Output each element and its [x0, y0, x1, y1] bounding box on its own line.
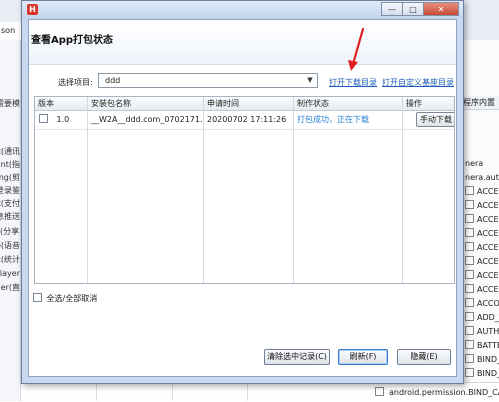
- ide-left-row: print(指: [0, 160, 20, 169]
- select-all-checkbox[interactable]: [33, 293, 42, 302]
- ide-left-row: ging(剪: [0, 173, 20, 182]
- ide-right-header: 程序内置: [463, 96, 499, 110]
- permission-row[interactable]: ACCESS_: [465, 213, 499, 226]
- hide-button[interactable]: 隐藏(E): [397, 349, 451, 365]
- permission-row[interactable]: android.permission.BIND_CA: [355, 382, 499, 402]
- ide-left-row: 需要模: [0, 99, 20, 108]
- permission-row[interactable]: ACCESS_: [465, 241, 499, 254]
- permission-row[interactable]: ACCOUN: [465, 297, 499, 310]
- select-all-label: 全选/全部取消: [46, 294, 98, 303]
- package-table: 版本 安装包名称 申请时间 制作状态 操作 1.0 __W2A__ddd.com…: [34, 96, 455, 284]
- checkbox[interactable]: [465, 298, 474, 307]
- version-cell: 1.0: [35, 110, 88, 129]
- window-controls: — □ ✕: [381, 2, 459, 17]
- checkbox[interactable]: [465, 186, 474, 195]
- ide-left-row: c(统计: [0, 255, 20, 264]
- ide-tab-label: son: [1, 26, 16, 35]
- permission-row[interactable]: ACCESS_: [465, 227, 499, 240]
- checkbox[interactable]: [465, 354, 474, 363]
- version-value: 1.0: [56, 115, 70, 124]
- project-select[interactable]: ddd ▼: [98, 73, 318, 88]
- table-row[interactable]: 1.0 __W2A__ddd.com_0702171... 20200702 1…: [35, 110, 454, 130]
- column-header-time[interactable]: 申请时间: [204, 97, 294, 110]
- checkbox[interactable]: [465, 228, 474, 237]
- permission-row[interactable]: nera.aut: [465, 171, 499, 184]
- permission-row[interactable]: nera: [465, 157, 499, 170]
- app-package-status-dialog: H — □ ✕ 查看App打包状态 选择项目: ddd ▼ 打开下载目录 打开自…: [21, 0, 464, 384]
- permission-row[interactable]: ACCESS_: [465, 185, 499, 198]
- ide-left-row: nt(支付: [0, 199, 20, 208]
- refresh-button[interactable]: 刷新(F): [338, 349, 388, 365]
- permission-row[interactable]: ADD_VOI: [465, 311, 499, 324]
- project-selector-row: 选择项目: ddd ▼ 打开下载目录 打开自定义基座目录: [29, 73, 456, 91]
- column-header-package[interactable]: 安装包名称: [88, 97, 204, 110]
- checkbox[interactable]: [465, 200, 474, 209]
- status-cell: 打包成功，正在下载: [297, 115, 369, 124]
- permission-row[interactable]: ACCESS_: [465, 255, 499, 268]
- column-divider: [203, 110, 204, 283]
- checkbox[interactable]: [465, 284, 474, 293]
- column-divider: [87, 110, 88, 283]
- column-divider: [293, 110, 294, 283]
- row-checkbox[interactable]: [39, 114, 48, 123]
- ide-left-row: layer(: [0, 269, 20, 278]
- checkbox[interactable]: [465, 326, 474, 335]
- dialog-header: 查看App打包状态: [29, 20, 456, 65]
- checkbox[interactable]: [465, 368, 474, 377]
- clear-selected-button[interactable]: 清除选中记录(C): [264, 349, 330, 365]
- ide-left-row: t(通讯: [0, 147, 20, 156]
- ide-left-row: 分享): [0, 227, 20, 236]
- checkbox[interactable]: [465, 312, 474, 321]
- checkbox[interactable]: [465, 242, 474, 251]
- package-cell: __W2A__ddd.com_0702171...: [91, 115, 204, 124]
- checkbox[interactable]: [465, 214, 474, 223]
- permission-row[interactable]: ACCESS_: [465, 283, 499, 296]
- permission-row[interactable]: ACCESS_: [465, 269, 499, 282]
- column-header-action[interactable]: 操作: [403, 97, 454, 110]
- chevron-down-icon[interactable]: ▼: [305, 75, 315, 86]
- ide-left-row: b(语音: [0, 241, 20, 250]
- permission-row[interactable]: BIND_AP: [465, 367, 499, 380]
- manual-download-button[interactable]: 手动下载: [416, 112, 454, 127]
- column-divider: [402, 110, 403, 283]
- permission-row[interactable]: ACCESS_: [465, 199, 499, 212]
- checkbox[interactable]: [465, 256, 474, 265]
- ide-left-row: sher(直: [0, 283, 20, 292]
- open-download-dir-link[interactable]: 打开下载目录: [329, 77, 377, 88]
- hbuilder-app-icon: H: [27, 4, 38, 15]
- checkbox[interactable]: [465, 270, 474, 279]
- maximize-button[interactable]: □: [402, 2, 424, 16]
- time-cell: 20200702 17:11:26: [207, 115, 287, 124]
- ide-left-row: 登录鉴: [0, 186, 20, 195]
- close-button[interactable]: ✕: [423, 2, 459, 16]
- title-bar[interactable]: H — □ ✕: [22, 1, 463, 19]
- permission-row[interactable]: BATTERY: [465, 339, 499, 352]
- column-header-status[interactable]: 制作状态: [294, 97, 403, 110]
- select-all-toggle[interactable]: 全选/全部取消: [33, 293, 97, 304]
- ide-tab[interactable]: son: [0, 22, 22, 41]
- column-header-version[interactable]: 版本: [35, 97, 88, 110]
- checkbox[interactable]: [465, 340, 474, 349]
- ide-left-row: 消息推送: [0, 212, 20, 221]
- project-select-value: ddd: [105, 76, 121, 85]
- permission-row[interactable]: AUTHEN: [465, 325, 499, 338]
- project-label: 选择项目:: [58, 78, 93, 87]
- open-custom-base-dir-link[interactable]: 打开自定义基座目录: [382, 77, 454, 88]
- minimize-button[interactable]: —: [381, 2, 403, 16]
- permission-row[interactable]: BIND_AC: [465, 353, 499, 366]
- dialog-title: 查看App打包状态: [31, 35, 114, 46]
- checkbox[interactable]: [375, 387, 384, 396]
- dialog-body: 查看App打包状态 选择项目: ddd ▼ 打开下载目录 打开自定义基座目录 版…: [28, 19, 457, 377]
- table-header: 版本 安装包名称 申请时间 制作状态 操作: [35, 97, 454, 111]
